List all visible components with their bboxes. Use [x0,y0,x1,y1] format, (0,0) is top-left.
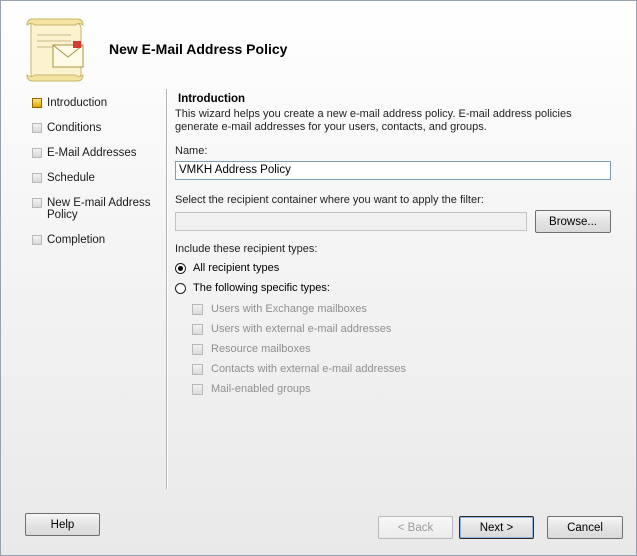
browse-button[interactable]: Browse... [535,210,611,233]
step-pending-icon [32,198,42,208]
checkbox-external-addresses: Users with external e-mail addresses [192,323,391,335]
next-button[interactable]: Next > [459,516,534,539]
checkbox-icon [192,383,203,395]
name-label: Name: [175,145,208,157]
radio-selected-icon[interactable] [175,262,186,274]
checkbox-mail-enabled-groups: Mail-enabled groups [192,383,311,395]
recipient-types-group: All recipient types The following specif… [175,261,615,401]
checkbox-label: Contacts with external e-mail addresses [211,363,407,375]
step-conditions: Conditions [31,122,159,134]
wizard-window: New E-Mail Address Policy Introduction C… [0,0,637,556]
section-description: This wizard helps you create a new e-mai… [175,108,572,133]
back-button: < Back [378,516,453,539]
wizard-title: New E-Mail Address Policy [109,41,288,57]
step-label: Completion [47,234,106,246]
step-schedule: Schedule [31,172,159,184]
wizard-steps: Introduction Conditions E-Mail Addresses… [31,97,159,256]
checkbox-label: Mail-enabled groups [211,383,311,395]
radio-unselected-icon[interactable] [175,282,186,294]
help-button[interactable]: Help [25,513,100,536]
container-input [175,212,527,231]
checkbox-icon [192,363,203,375]
radio-label: All recipient types [193,262,280,274]
step-completion: Completion [31,234,159,246]
scroll-envelope-icon [23,15,93,83]
recipient-types-label: Include these recipient types: [175,243,318,255]
container-label: Select the recipient container where you… [175,194,484,206]
step-label: E-Mail Addresses [47,147,137,159]
checkbox-icon [192,323,203,335]
step-pending-icon [32,235,42,245]
checkbox-label: Users with external e-mail addresses [211,323,392,335]
step-label: Conditions [47,122,102,134]
checkbox-icon [192,343,203,355]
step-email-addresses: E-Mail Addresses [31,147,159,159]
checkbox-exchange-mailboxes: Users with Exchange mailboxes [192,303,367,315]
step-pending-icon [32,148,42,158]
radio-label: The following specific types: [193,282,330,294]
main-panel: Introduction This wizard helps you creat… [175,91,615,134]
step-pending-icon [32,123,42,133]
step-label: New E-mail Address Policy [47,197,151,221]
checkbox-contacts: Contacts with external e-mail addresses [192,363,406,375]
radio-all-types[interactable]: All recipient types [175,262,279,274]
checkbox-label: Resource mailboxes [211,343,311,355]
step-pending-icon [32,173,42,183]
checkbox-resource-mailboxes: Resource mailboxes [192,343,311,355]
step-active-icon [32,98,42,108]
section-title: Introduction [178,93,246,105]
step-introduction: Introduction [31,97,159,109]
step-new-policy: New E-mail Address Policy [31,197,157,221]
step-label: Introduction [47,97,108,109]
name-input[interactable]: VMKH Address Policy [175,161,611,180]
radio-specific-types[interactable]: The following specific types: [175,282,330,294]
checkbox-icon [192,303,203,315]
step-label: Schedule [47,172,95,184]
cancel-button[interactable]: Cancel [547,516,623,539]
nav-divider [166,89,167,489]
checkbox-label: Users with Exchange mailboxes [211,303,367,315]
